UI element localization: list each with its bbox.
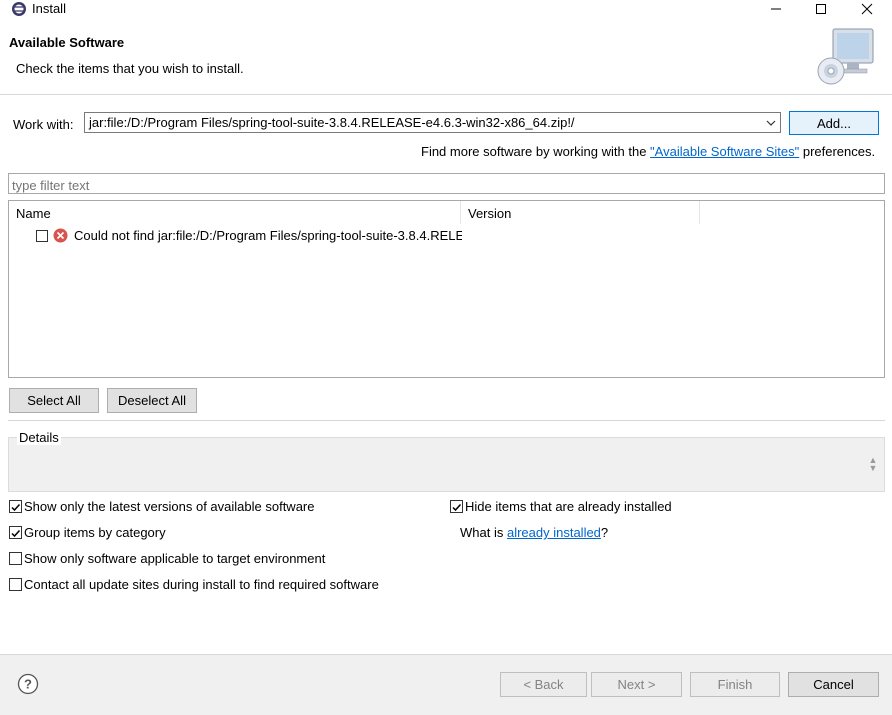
details-panel bbox=[8, 437, 885, 492]
contact-update-sites-label: Contact all update sites during install … bbox=[24, 577, 379, 592]
svg-text:?: ? bbox=[24, 677, 32, 692]
add-button[interactable]: Add... bbox=[789, 111, 879, 135]
close-icon bbox=[861, 3, 873, 15]
tree-row-checkbox[interactable] bbox=[36, 230, 48, 242]
tree-row-name[interactable]: Could not find jar:file:/D:/Program File… bbox=[74, 228, 462, 243]
check-icon bbox=[11, 529, 21, 538]
contact-update-sites-checkbox[interactable] bbox=[9, 578, 22, 591]
column-header-name[interactable]: Name bbox=[9, 201, 461, 224]
find-more-text: Find more software by working with the "… bbox=[421, 144, 875, 159]
available-software-sites-link[interactable]: "Available Software Sites" bbox=[650, 144, 799, 159]
work-with-combo[interactable]: jar:file:/D:/Program Files/spring-tool-s… bbox=[84, 112, 781, 133]
help-icon[interactable]: ? bbox=[17, 673, 39, 695]
what-is-prefix: What is bbox=[460, 525, 507, 540]
separator bbox=[8, 420, 885, 421]
already-installed-link[interactable]: already installed bbox=[507, 525, 601, 540]
select-all-button[interactable]: Select All bbox=[9, 388, 99, 413]
target-environment-label: Show only software applicable to target … bbox=[24, 551, 326, 566]
finish-button[interactable]: Finish bbox=[690, 672, 780, 697]
close-button[interactable] bbox=[845, 0, 889, 18]
deselect-all-button[interactable]: Deselect All bbox=[107, 388, 197, 413]
back-button[interactable]: < Back bbox=[500, 672, 587, 697]
cancel-button[interactable]: Cancel bbox=[788, 672, 879, 697]
details-scroll-arrows[interactable]: ▲ ▼ bbox=[866, 456, 880, 474]
hide-installed-checkbox[interactable] bbox=[450, 500, 463, 513]
work-with-label: Work with: bbox=[13, 117, 74, 132]
group-by-category-label: Group items by category bbox=[24, 525, 166, 540]
error-icon bbox=[53, 228, 68, 243]
page-title: Available Software bbox=[9, 35, 125, 50]
hide-installed-label: Hide items that are already installed bbox=[465, 499, 672, 514]
what-is-installed-text: What is already installed? bbox=[460, 525, 608, 540]
find-more-suffix: preferences. bbox=[799, 144, 876, 159]
maximize-button[interactable] bbox=[799, 0, 843, 18]
details-label: Details bbox=[17, 430, 61, 445]
work-with-value: jar:file:/D:/Program Files/spring-tool-s… bbox=[89, 115, 575, 130]
page-description: Check the items that you wish to install… bbox=[16, 61, 244, 76]
column-header-version[interactable]: Version bbox=[461, 201, 700, 224]
find-more-prefix: Find more software by working with the bbox=[421, 144, 651, 159]
check-icon bbox=[452, 503, 462, 512]
window-title: Install bbox=[32, 1, 66, 16]
minimize-button[interactable] bbox=[754, 0, 798, 18]
filter-input[interactable] bbox=[8, 173, 885, 194]
chevron-down-icon[interactable] bbox=[764, 114, 778, 131]
latest-versions-checkbox[interactable] bbox=[9, 500, 22, 513]
group-by-category-checkbox[interactable] bbox=[9, 526, 22, 539]
minimize-icon bbox=[771, 8, 781, 10]
dialog-header bbox=[0, 18, 892, 95]
app-icon bbox=[11, 1, 27, 17]
next-button[interactable]: Next > bbox=[591, 672, 682, 697]
install-banner-icon bbox=[815, 27, 877, 89]
check-icon bbox=[11, 503, 21, 512]
latest-versions-label: Show only the latest versions of availab… bbox=[24, 499, 315, 514]
maximize-icon bbox=[816, 4, 826, 14]
target-environment-checkbox[interactable] bbox=[9, 552, 22, 565]
software-tree[interactable]: Name Version Could not find jar:file:/D:… bbox=[8, 200, 885, 378]
what-is-suffix: ? bbox=[600, 525, 609, 540]
